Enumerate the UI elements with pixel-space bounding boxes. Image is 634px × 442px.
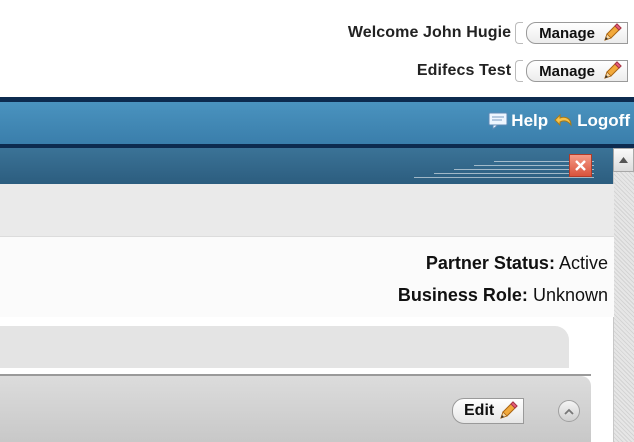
help-chat-icon bbox=[488, 112, 508, 130]
org-row: Edifecs Test Manage bbox=[417, 60, 628, 82]
help-link[interactable]: Help bbox=[488, 111, 548, 131]
grey-panel bbox=[0, 326, 569, 368]
org-name: Edifecs Test bbox=[416, 62, 512, 79]
close-button[interactable] bbox=[569, 154, 592, 177]
business-role-label: Business Role: bbox=[397, 285, 528, 305]
partner-status-value: Active bbox=[558, 253, 608, 273]
manage-user-label: Manage bbox=[539, 24, 595, 42]
pencil-icon bbox=[604, 23, 622, 41]
manage-org-label: Manage bbox=[539, 62, 595, 80]
logoff-link[interactable]: Logoff bbox=[554, 111, 630, 131]
pencil-icon bbox=[500, 401, 518, 419]
button-separator bbox=[515, 22, 524, 44]
sub-header-band bbox=[0, 184, 614, 237]
welcome-text: Welcome John Hugie bbox=[347, 24, 512, 41]
business-role-line: Business Role: Unknown bbox=[398, 285, 608, 306]
help-links: Help Logoff bbox=[482, 111, 630, 131]
pencil-icon bbox=[604, 61, 622, 79]
collapse-button[interactable] bbox=[558, 400, 580, 422]
user-row: Welcome John Hugie Manage bbox=[348, 22, 628, 44]
scroll-up-arrow-icon bbox=[619, 157, 628, 163]
collapse-chevron-icon bbox=[564, 408, 574, 415]
button-separator bbox=[515, 60, 524, 82]
manage-user-button[interactable]: Manage bbox=[526, 22, 628, 44]
edit-label: Edit bbox=[464, 402, 495, 419]
close-icon bbox=[575, 160, 586, 171]
partner-status-line: Partner Status: Active bbox=[426, 253, 608, 274]
help-label: Help bbox=[511, 111, 549, 130]
scroll-up-button[interactable] bbox=[613, 148, 634, 172]
vertical-scrollbar[interactable] bbox=[613, 148, 634, 442]
help-bar: Help Logoff bbox=[0, 102, 634, 144]
manage-org-button[interactable]: Manage bbox=[526, 60, 628, 82]
partner-status-label: Partner Status: bbox=[425, 253, 555, 273]
edit-button[interactable]: Edit bbox=[452, 398, 525, 424]
header-stripe bbox=[414, 177, 594, 178]
window-header bbox=[0, 148, 614, 184]
logoff-arrow-icon bbox=[554, 113, 572, 127]
business-role-value: Unknown bbox=[532, 285, 608, 305]
logoff-label: Logoff bbox=[577, 111, 630, 130]
